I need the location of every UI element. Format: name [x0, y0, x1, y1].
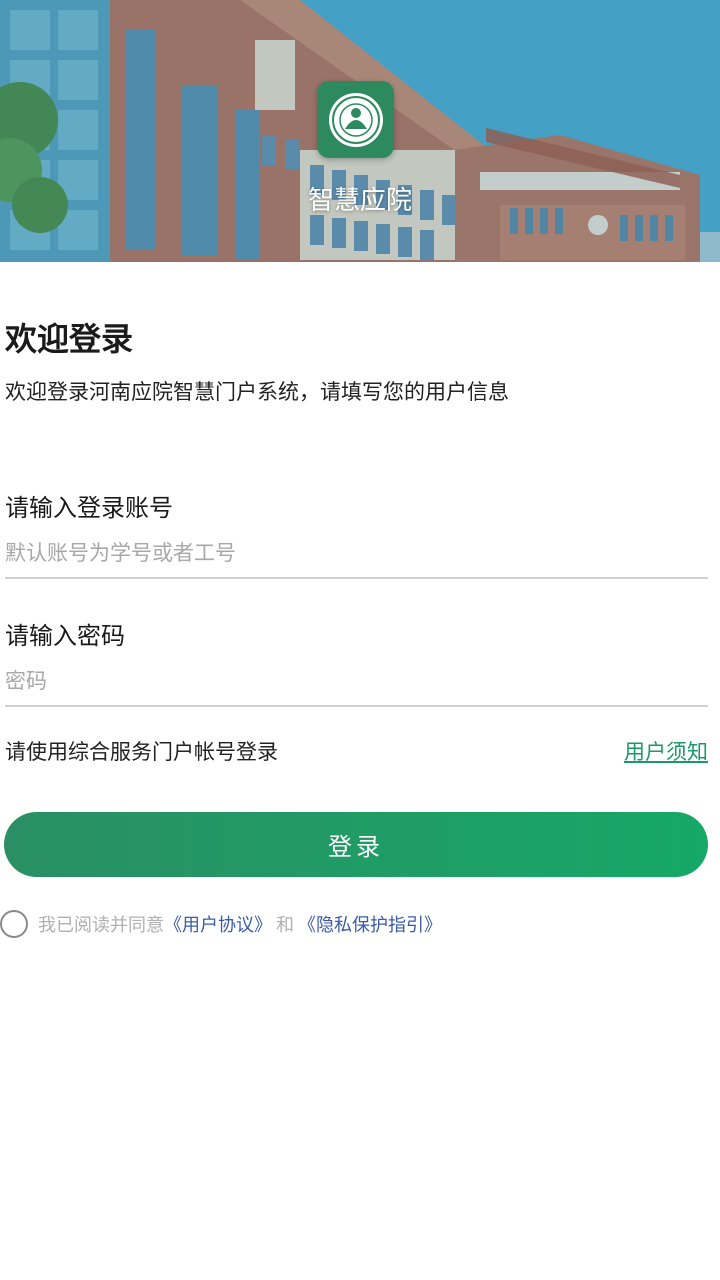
app-name: 智慧应院: [307, 186, 412, 216]
header-banner: 智慧应院: [0, 0, 720, 262]
password-input[interactable]: [5, 657, 708, 707]
school-emblem-icon: [328, 92, 383, 147]
agreement-prefix: 我已阅读并同意: [38, 915, 164, 936]
account-label: 请输入登录账号: [5, 494, 173, 522]
login-hint: 请使用综合服务门户帐号登录: [5, 740, 278, 764]
account-input[interactable]: [5, 529, 708, 579]
agreement-and: 和: [276, 915, 294, 936]
login-button[interactable]: 登录: [4, 812, 708, 877]
user-agreement-link[interactable]: 《用户协议》: [164, 911, 272, 937]
radio-unchecked-icon[interactable]: [0, 910, 28, 938]
user-notice-link[interactable]: 用户须知: [624, 736, 708, 766]
privacy-policy-link[interactable]: 《隐私保护指引》: [298, 911, 442, 937]
welcome-subtitle: 欢迎登录河南应院智慧门户系统，请填写您的用户信息: [5, 380, 509, 404]
app-logo: [317, 81, 394, 158]
welcome-title: 欢迎登录: [5, 320, 134, 358]
password-label: 请输入密码: [5, 622, 125, 650]
agreement-row: 我已阅读并同意 《用户协议》 和 《隐私保护指引》: [0, 908, 442, 940]
